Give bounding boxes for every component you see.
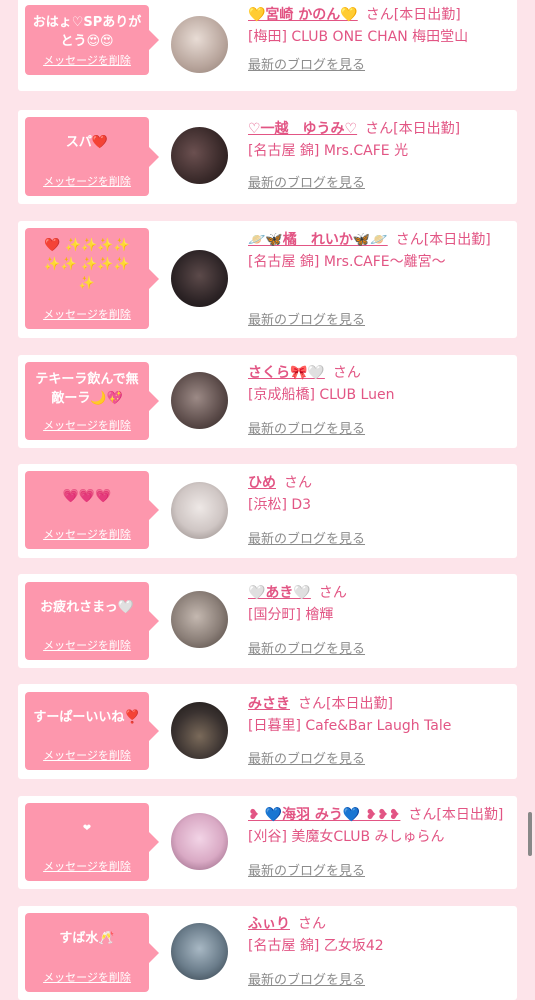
delete-message-link[interactable]: メッセージを削除: [25, 858, 149, 874]
cast-info: ひめ さん [浜松] D3 最新のブログを見る: [248, 472, 512, 552]
message-bubble: スパ❤️ メッセージを削除: [25, 117, 159, 196]
cast-info: ♡一越 ゆうみ♡ さん[本日出勤] [名古屋 錦] Mrs.CAFE 光 最新のブ…: [248, 118, 512, 198]
honorific: さん: [365, 7, 394, 23]
message-text: すば水🥂: [59, 931, 115, 946]
message-bubble: テキーラ飲んで無敵ーラ🌙💖 メッセージを削除: [25, 362, 159, 440]
cast-info: さくら🎀🤍 さん [京成船橋] CLUB Luen 最新のブログを見る: [248, 362, 512, 442]
honorific: さん: [408, 807, 437, 823]
cast-name-link[interactable]: ♡一越 ゆうみ♡: [248, 121, 357, 137]
message-bubble: すーぱーいいね❣️ メッセージを削除: [25, 692, 159, 770]
message-bubble: おはょ♡SPありがとう😍😍 メッセージを削除: [25, 5, 159, 75]
list-item: ❤ メッセージを削除 ❥ 💙海羽 みう💙 ❥❥❥ さん[本日出勤] [刈谷] 美魔…: [18, 796, 517, 889]
avatar[interactable]: [171, 482, 228, 539]
attendance-status: [本日出勤]: [393, 121, 461, 137]
honorific: さん: [332, 365, 361, 381]
shop-name: [名古屋 錦] 乙女坂42: [248, 938, 384, 954]
attendance-status: [本日出勤]: [423, 232, 491, 248]
delete-message-link[interactable]: メッセージを削除: [25, 52, 149, 68]
avatar[interactable]: [171, 702, 228, 759]
honorific: さん: [318, 585, 347, 601]
latest-blog-link[interactable]: 最新のブログを見る: [248, 419, 365, 441]
list-item: すーぱーいいね❣️ メッセージを削除 みさき さん[本日出勤] [日暮里] Caf…: [18, 684, 517, 779]
honorific: さん: [365, 121, 394, 137]
attendance-status: [本日出勤]: [436, 807, 504, 823]
cast-name-link[interactable]: さくら🎀🤍: [248, 365, 325, 381]
cast-name-link[interactable]: ❥ 💙海羽 みう💙 ❥❥❥: [248, 807, 400, 823]
avatar[interactable]: [171, 591, 228, 648]
honorific: さん: [298, 696, 326, 712]
avatar[interactable]: [171, 127, 228, 184]
message-text: ❤: [82, 823, 92, 834]
list-item: テキーラ飲んで無敵ーラ🌙💖 メッセージを削除 さくら🎀🤍 さん [京成船橋] CL…: [18, 355, 517, 448]
shop-name: [名古屋 錦] Mrs.CAFE〜離宮〜: [248, 254, 446, 270]
attendance-status: [本日出勤]: [326, 696, 393, 712]
avatar[interactable]: [171, 813, 228, 870]
honorific: さん: [284, 475, 312, 491]
shop-name: [刈谷] 美魔女CLUB みしゅらん: [248, 829, 445, 845]
cast-name-link[interactable]: ふぃり: [248, 916, 290, 932]
delete-message-link[interactable]: メッセージを削除: [25, 526, 149, 542]
honorific: さん: [395, 232, 424, 248]
list-item: ❤️ ✨✨✨✨✨✨ ✨✨✨✨ メッセージを削除 🪐🦋橘 れいか🦋🪐 さん[本日出勤…: [18, 221, 517, 338]
latest-blog-link[interactable]: 最新のブログを見る: [248, 55, 365, 77]
cast-info: みさき さん[本日出勤] [日暮里] Cafe&Bar Laugh Tale 最新…: [248, 693, 512, 773]
message-text: 💗💗💗: [62, 489, 112, 504]
shop-name: [京成船橋] CLUB Luen: [248, 387, 395, 403]
scrollbar[interactable]: [528, 812, 532, 856]
message-text: テキーラ飲んで無敵ーラ🌙💖: [35, 372, 139, 406]
cast-name-link[interactable]: みさき: [248, 696, 290, 712]
latest-blog-link[interactable]: 最新のブログを見る: [248, 749, 365, 771]
delete-message-link[interactable]: メッセージを削除: [25, 173, 149, 189]
avatar[interactable]: [171, 923, 228, 980]
delete-message-link[interactable]: メッセージを削除: [25, 637, 149, 653]
cast-name-link[interactable]: 💛宮崎 かのん💛: [248, 7, 358, 23]
cast-name-link[interactable]: 🪐🦋橘 れいか🦋🪐: [248, 232, 388, 248]
attendance-status: [本日出勤]: [393, 7, 461, 23]
shop-name: [梅田] CLUB ONE CHAN 梅田堂山: [248, 29, 469, 45]
list-item: おはょ♡SPありがとう😍😍 メッセージを削除 💛宮崎 かのん💛 さん[本日出勤] …: [18, 0, 517, 91]
cast-name-link[interactable]: ひめ: [248, 475, 276, 491]
list-item: お疲れさまっ🤍 メッセージを削除 🤍あき🤍 さん [国分町] 檜輝 最新のブログを…: [18, 574, 517, 668]
shop-name: [国分町] 檜輝: [248, 607, 334, 623]
list-item: すば水🥂 メッセージを削除 ふぃり さん [名古屋 錦] 乙女坂42 最新のブログ…: [18, 906, 517, 1000]
avatar[interactable]: [171, 250, 228, 307]
delete-message-link[interactable]: メッセージを削除: [25, 417, 149, 433]
cast-info: 🤍あき🤍 さん [国分町] 檜輝 最新のブログを見る: [248, 582, 512, 662]
message-bubble: すば水🥂 メッセージを削除: [25, 913, 159, 992]
shop-name: [日暮里] Cafe&Bar Laugh Tale: [248, 718, 452, 734]
delete-message-link[interactable]: メッセージを削除: [25, 969, 149, 985]
message-bubble: お疲れさまっ🤍 メッセージを削除: [25, 582, 159, 660]
latest-blog-link[interactable]: 最新のブログを見る: [248, 310, 365, 332]
honorific: さん: [298, 916, 326, 932]
delete-message-link[interactable]: メッセージを削除: [25, 306, 149, 322]
cast-info: 💛宮崎 かのん💛 さん[本日出勤] [梅田] CLUB ONE CHAN 梅田堂山…: [248, 4, 512, 84]
list-item: 💗💗💗 メッセージを削除 ひめ さん [浜松] D3 最新のブログを見る: [18, 464, 517, 558]
message-text: スパ❤️: [65, 135, 109, 150]
message-text: すーぱーいいね❣️: [33, 710, 141, 725]
message-bubble: 💗💗💗 メッセージを削除: [25, 471, 159, 549]
latest-blog-link[interactable]: 最新のブログを見る: [248, 861, 365, 883]
latest-blog-link[interactable]: 最新のブログを見る: [248, 970, 365, 992]
message-text: ❤️ ✨✨✨✨✨✨ ✨✨✨✨: [44, 238, 130, 291]
cast-info: ふぃり さん [名古屋 錦] 乙女坂42 最新のブログを見る: [248, 913, 512, 993]
latest-blog-link[interactable]: 最新のブログを見る: [248, 639, 365, 661]
cast-name-link[interactable]: 🤍あき🤍: [248, 585, 311, 601]
cast-info: 🪐🦋橘 れいか🦋🪐 さん[本日出勤] [名古屋 錦] Mrs.CAFE〜離宮〜 最…: [248, 229, 512, 333]
avatar[interactable]: [171, 16, 228, 73]
delete-message-link[interactable]: メッセージを削除: [25, 747, 149, 763]
shop-name: [名古屋 錦] Mrs.CAFE 光: [248, 143, 409, 159]
latest-blog-link[interactable]: 最新のブログを見る: [248, 173, 365, 195]
message-text: お疲れさまっ🤍: [40, 600, 134, 615]
message-bubble: ❤ メッセージを削除: [25, 803, 159, 881]
latest-blog-link[interactable]: 最新のブログを見る: [248, 529, 365, 551]
message-bubble: ❤️ ✨✨✨✨✨✨ ✨✨✨✨ メッセージを削除: [25, 228, 159, 329]
list-item: スパ❤️ メッセージを削除 ♡一越 ゆうみ♡ さん[本日出勤] [名古屋 錦] M…: [18, 110, 517, 204]
shop-name: [浜松] D3: [248, 497, 312, 513]
cast-info: ❥ 💙海羽 みう💙 ❥❥❥ さん[本日出勤] [刈谷] 美魔女CLUB みしゅらん…: [248, 804, 512, 884]
avatar[interactable]: [171, 372, 228, 429]
message-text: おはょ♡SPありがとう😍😍: [32, 15, 142, 49]
